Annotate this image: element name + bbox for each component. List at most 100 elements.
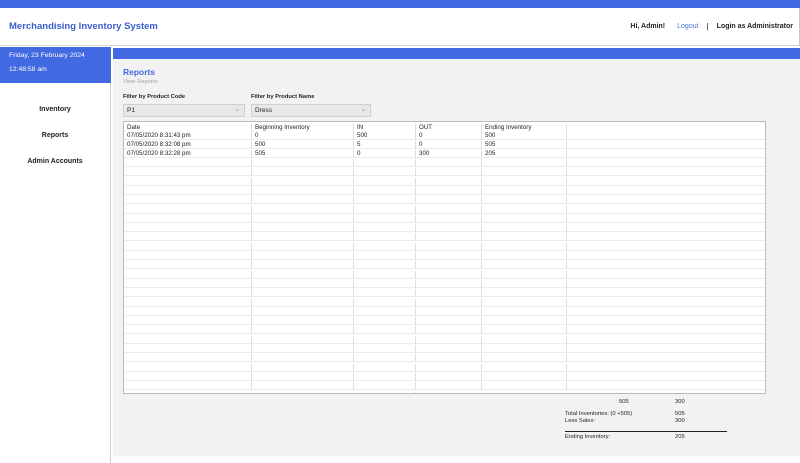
empty-table-cell bbox=[416, 270, 482, 279]
empty-table-cell bbox=[354, 186, 416, 195]
empty-table-cell bbox=[567, 168, 765, 176]
empty-table-cell bbox=[567, 354, 765, 362]
empty-table-cell bbox=[252, 252, 354, 260]
empty-table-cell bbox=[482, 261, 567, 270]
table-row[interactable]: 07/05/2020 8:32:08 pm 500 5 0 505 bbox=[124, 141, 765, 149]
sidebar-item-reports[interactable]: Reports bbox=[0, 123, 110, 149]
empty-table-cell bbox=[252, 261, 354, 270]
column-header[interactable]: Beginning Inventory bbox=[252, 124, 354, 132]
header: Merchandising Inventory System Hi, Admin… bbox=[0, 8, 800, 46]
table-cell bbox=[567, 132, 765, 140]
app-title: Merchandising Inventory System bbox=[9, 21, 158, 32]
empty-table-cell bbox=[354, 289, 416, 298]
empty-table-cell bbox=[482, 317, 567, 326]
empty-table-cell bbox=[124, 196, 252, 205]
empty-table-cell bbox=[416, 242, 482, 251]
empty-table-cell bbox=[354, 270, 416, 279]
empty-table-cell bbox=[124, 326, 252, 335]
header-user-area: Hi, Admin! Logout | Login as Administrat… bbox=[630, 22, 793, 31]
sidebar-item-inventory[interactable]: Inventory bbox=[0, 97, 110, 123]
empty-table-cell bbox=[124, 214, 252, 223]
column-header[interactable]: OUT bbox=[416, 124, 482, 132]
less-sales-label: Less Sales: bbox=[565, 418, 595, 424]
table-cell: 500 bbox=[482, 132, 567, 140]
ending-inventory-label: Ending Inventory: bbox=[565, 434, 611, 440]
empty-table-cell bbox=[124, 242, 252, 251]
logout-link[interactable]: Logout bbox=[677, 23, 698, 30]
empty-table-cell bbox=[354, 242, 416, 251]
empty-table-cell bbox=[354, 159, 416, 167]
empty-table-cell bbox=[124, 345, 252, 353]
table-cell: 0 bbox=[354, 150, 416, 158]
empty-table-cell bbox=[124, 159, 252, 167]
sidebar-nav: Inventory Reports Admin Accounts bbox=[0, 97, 110, 175]
table-row[interactable]: 07/05/2020 8:32:28 pm 505 0 300 205 bbox=[124, 150, 765, 158]
empty-table-cell bbox=[416, 168, 482, 177]
table-cell: 0 bbox=[252, 132, 354, 140]
empty-table-cell bbox=[416, 363, 482, 372]
empty-table-cell bbox=[567, 299, 765, 307]
empty-table-cell bbox=[416, 372, 482, 381]
empty-table-cell bbox=[252, 363, 354, 372]
empty-table-cell bbox=[567, 233, 765, 241]
empty-table-cell bbox=[252, 289, 354, 298]
table-row[interactable]: 07/05/2020 8:31:43 pm 0 500 0 500 bbox=[124, 132, 765, 140]
login-role: Login as Administrator bbox=[716, 23, 793, 30]
empty-table-row bbox=[124, 326, 765, 335]
product-code-value: P1 bbox=[127, 107, 135, 114]
empty-table-cell bbox=[124, 177, 252, 186]
empty-table-row bbox=[124, 177, 765, 186]
empty-table-cell bbox=[354, 279, 416, 288]
empty-table-row bbox=[124, 279, 765, 288]
table-cell: 07/05/2020 8:32:28 pm bbox=[124, 150, 252, 158]
product-code-select[interactable]: P1 ⌄ bbox=[123, 104, 245, 117]
empty-table-row bbox=[124, 382, 765, 391]
empty-table-cell bbox=[354, 298, 416, 307]
empty-table-cell bbox=[252, 335, 354, 344]
empty-table-cell bbox=[416, 196, 482, 205]
empty-table-row bbox=[124, 270, 765, 279]
chevron-down-icon: ⌄ bbox=[360, 107, 366, 113]
product-name-select[interactable]: Dress ⌄ bbox=[251, 104, 371, 117]
empty-table-cell bbox=[124, 205, 252, 214]
column-header[interactable]: IN bbox=[354, 124, 416, 132]
empty-table-cell bbox=[252, 270, 354, 279]
empty-table-row bbox=[124, 233, 765, 242]
empty-table-cell bbox=[354, 307, 416, 316]
empty-table-row bbox=[124, 307, 765, 316]
empty-table-cell bbox=[567, 364, 765, 372]
empty-table-cell bbox=[416, 307, 482, 316]
empty-table-cell bbox=[354, 382, 416, 391]
empty-table-cell bbox=[567, 243, 765, 251]
empty-table-cell bbox=[354, 345, 416, 353]
empty-table-cell bbox=[482, 382, 567, 391]
empty-table-cell bbox=[252, 159, 354, 167]
empty-table-cell bbox=[124, 279, 252, 288]
empty-table-cell bbox=[354, 363, 416, 372]
empty-table-cell bbox=[124, 354, 252, 363]
table-cell: 505 bbox=[252, 150, 354, 158]
table-cell: 07/05/2020 8:32:08 pm bbox=[124, 141, 252, 149]
filter-product-code-label: Filter by Product Code bbox=[123, 94, 186, 100]
table-cell: 205 bbox=[482, 150, 567, 158]
empty-table-cell bbox=[416, 335, 482, 344]
column-header[interactable]: Ending Inventory bbox=[482, 124, 567, 132]
content-accent-bar bbox=[113, 48, 800, 59]
empty-table-cell bbox=[482, 159, 567, 167]
empty-table-cell bbox=[252, 354, 354, 363]
empty-table-cell bbox=[252, 224, 354, 233]
empty-table-cell bbox=[482, 391, 567, 393]
empty-table-cell bbox=[252, 186, 354, 195]
empty-table-cell bbox=[482, 372, 567, 381]
reports-table[interactable]: Date Beginning Inventory IN OUT Ending I… bbox=[123, 121, 766, 394]
column-header[interactable]: Date bbox=[124, 124, 252, 132]
main-content: Reports View Reports Filter by Product C… bbox=[113, 48, 800, 456]
sum-out: 300 bbox=[675, 399, 685, 405]
ending-inventory-value: 205 bbox=[675, 434, 685, 440]
sidebar-item-admin-accounts[interactable]: Admin Accounts bbox=[0, 149, 110, 175]
empty-table-cell bbox=[482, 186, 567, 195]
empty-table-cell bbox=[482, 270, 567, 279]
table-cell: 5 bbox=[354, 141, 416, 149]
total-inventories-label: Total Inventories: (0 +505) bbox=[565, 411, 633, 417]
empty-table-cell bbox=[252, 317, 354, 326]
